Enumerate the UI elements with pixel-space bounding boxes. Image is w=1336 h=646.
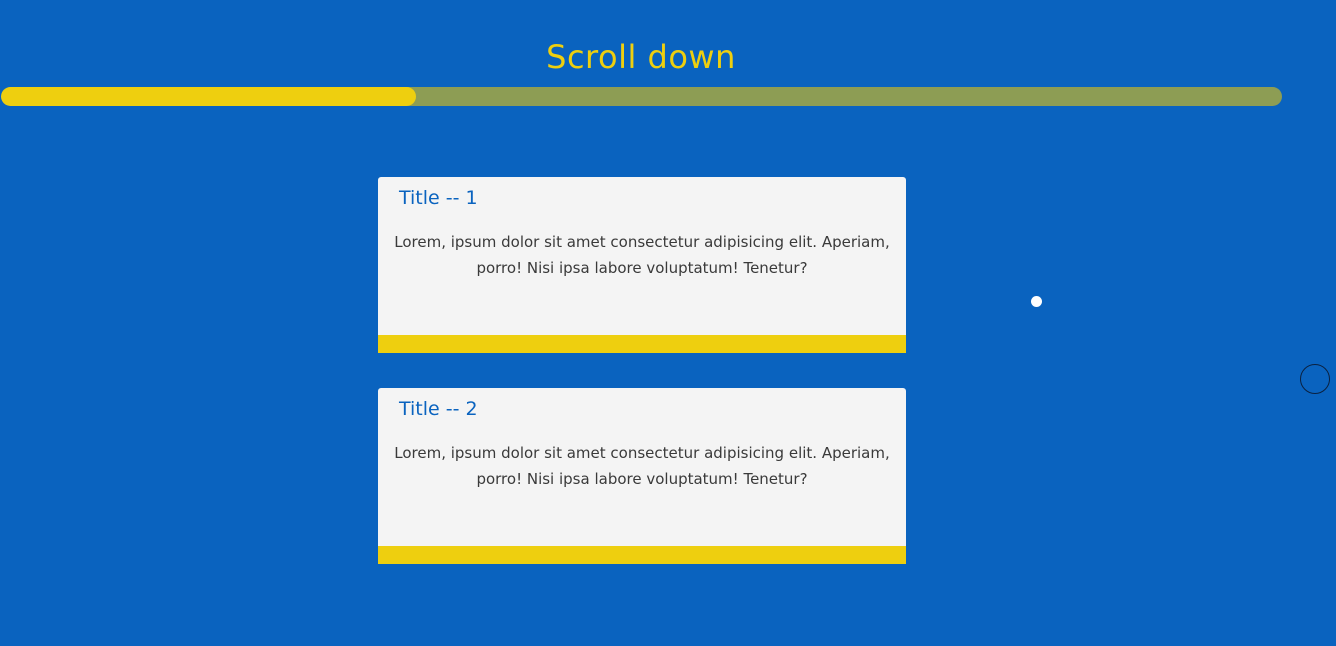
card: Title -- 2 Lorem, ipsum dolor sit amet c… xyxy=(378,388,906,564)
card-text: Lorem, ipsum dolor sit amet consectetur … xyxy=(394,444,890,488)
card-accent-bar xyxy=(378,546,906,564)
card-title: Title -- 1 xyxy=(399,187,478,209)
card-title: Title -- 2 xyxy=(399,398,478,420)
card-accent-bar xyxy=(378,335,906,353)
cursor-dot xyxy=(1031,296,1042,307)
scroll-progress-bar xyxy=(1,87,1282,106)
card-text: Lorem, ipsum dolor sit amet consectetur … xyxy=(394,233,890,277)
page-title: Scroll down xyxy=(546,38,736,76)
scroll-progress-fill xyxy=(1,87,417,106)
card: Title -- 1 Lorem, ipsum dolor sit amet c… xyxy=(378,177,906,353)
cursor-ring xyxy=(1300,364,1330,394)
